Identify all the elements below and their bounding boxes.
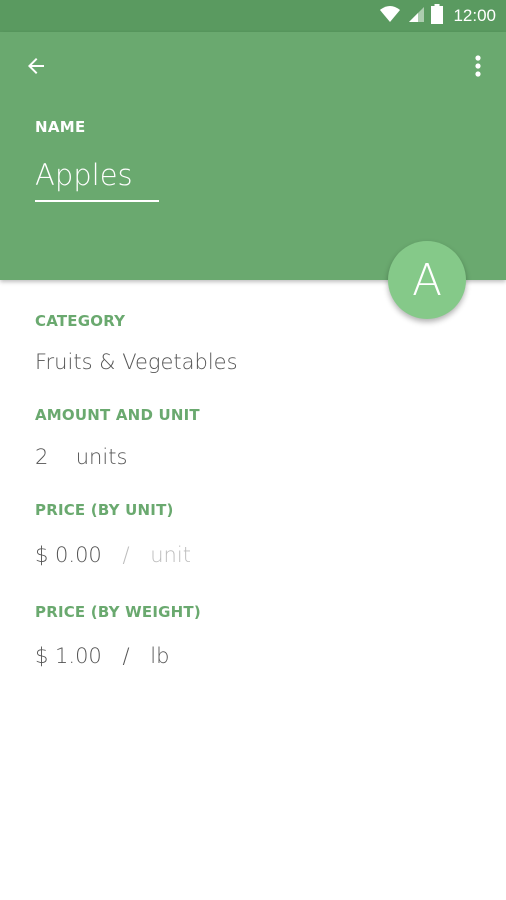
battery-icon [431, 4, 444, 28]
price-by-unit-value[interactable]: $ 0.00 [35, 543, 102, 567]
status-time: 12:00 [453, 6, 496, 25]
price-by-weight-slash: / [122, 644, 130, 668]
item-avatar[interactable]: A [388, 241, 466, 319]
name-label: NAME [35, 118, 86, 136]
price-by-unit-row: $ 0.00 / unit [35, 543, 191, 567]
name-input[interactable] [35, 150, 159, 202]
status-icons: 12:00 [379, 0, 496, 32]
price-by-unit-label: PRICE (BY UNIT) [35, 501, 174, 519]
amount-label: AMOUNT AND UNIT [35, 406, 200, 424]
price-by-weight-unit[interactable]: lb [150, 644, 169, 668]
category-label: CATEGORY [35, 312, 126, 330]
avatar-letter: A [411, 254, 443, 306]
amount-row: 2 units [35, 445, 127, 469]
more-vert-icon [474, 54, 482, 82]
price-by-weight-row: $ 1.00 / lb [35, 644, 169, 668]
price-by-weight-value[interactable]: $ 1.00 [35, 644, 102, 668]
status-bar: 12:00 [0, 0, 506, 32]
back-button[interactable] [20, 52, 52, 84]
arrow-back-icon [24, 54, 48, 82]
price-by-unit-unit[interactable]: unit [150, 543, 191, 567]
wifi-icon [379, 5, 401, 27]
signal-icon [407, 5, 425, 27]
amount-unit[interactable]: units [76, 445, 128, 469]
price-by-weight-label: PRICE (BY WEIGHT) [35, 603, 201, 621]
overflow-menu-button[interactable] [466, 52, 490, 84]
category-value[interactable]: Fruits & Vegetables [35, 350, 238, 374]
price-by-unit-slash: / [122, 543, 130, 567]
amount-quantity[interactable]: 2 [35, 445, 48, 469]
